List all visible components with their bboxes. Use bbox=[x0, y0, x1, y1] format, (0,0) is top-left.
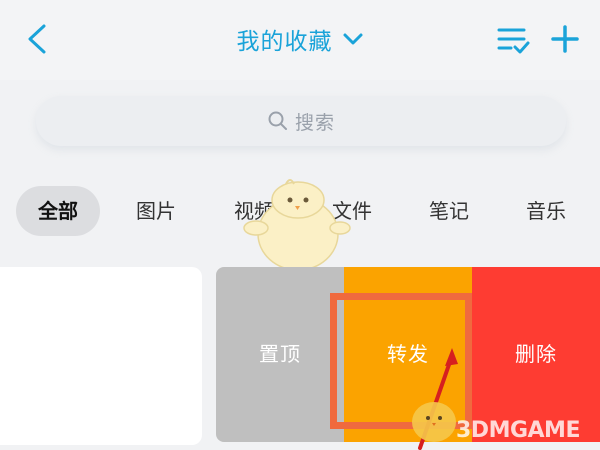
search-input[interactable]: 搜索 bbox=[36, 96, 566, 146]
search-placeholder: 搜索 bbox=[294, 111, 335, 134]
tab-images[interactable]: 图片 bbox=[136, 186, 176, 236]
chevron-down-icon[interactable] bbox=[342, 32, 364, 46]
favorite-item-card[interactable] bbox=[0, 267, 202, 445]
tab-all[interactable]: 全部 bbox=[16, 186, 100, 236]
top-bar: 我的收藏 bbox=[0, 0, 600, 80]
chick-watermark-logo bbox=[412, 402, 456, 442]
tab-music[interactable]: 音乐 bbox=[526, 186, 566, 236]
chick-mascot-image bbox=[243, 179, 351, 271]
pin-button[interactable]: 置顶 bbox=[216, 267, 344, 442]
page-title[interactable]: 我的收藏 bbox=[236, 22, 332, 56]
plus-icon[interactable] bbox=[550, 24, 580, 54]
watermark: 3DMGAME bbox=[456, 418, 580, 443]
search-icon bbox=[268, 111, 287, 130]
tab-notes[interactable]: 笔记 bbox=[429, 186, 469, 236]
delete-button[interactable]: 删除 bbox=[472, 267, 600, 442]
list-check-icon[interactable] bbox=[496, 22, 530, 56]
